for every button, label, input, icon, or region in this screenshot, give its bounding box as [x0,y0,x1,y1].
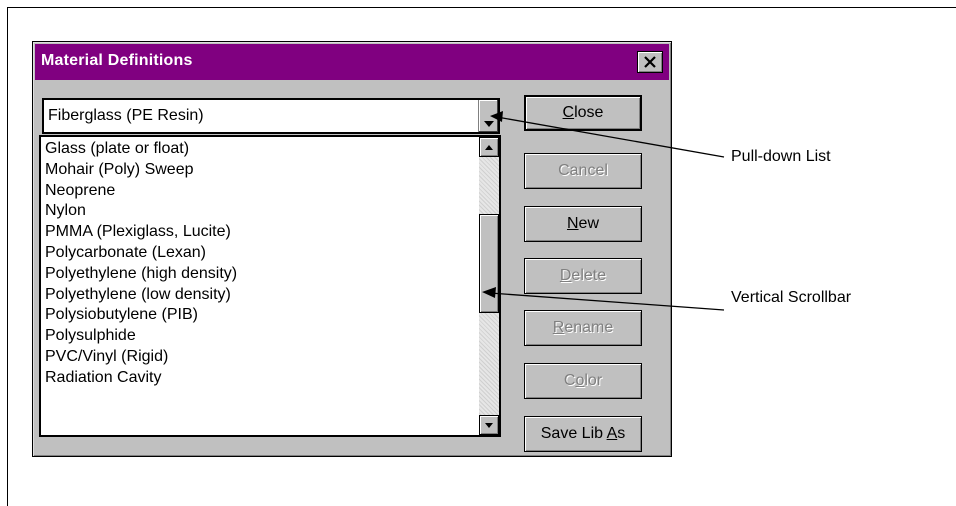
pulldown-arrowhead [490,111,503,122]
pulldown-callout-line [496,116,725,158]
scrollbar-arrowhead [482,287,496,298]
callout-lines [482,111,725,311]
scrollbar-callout-line [489,292,725,311]
pulldown-list-callout: Pull-down List [731,148,831,165]
vertical-scrollbar-callout: Vertical Scrollbar [731,289,852,306]
